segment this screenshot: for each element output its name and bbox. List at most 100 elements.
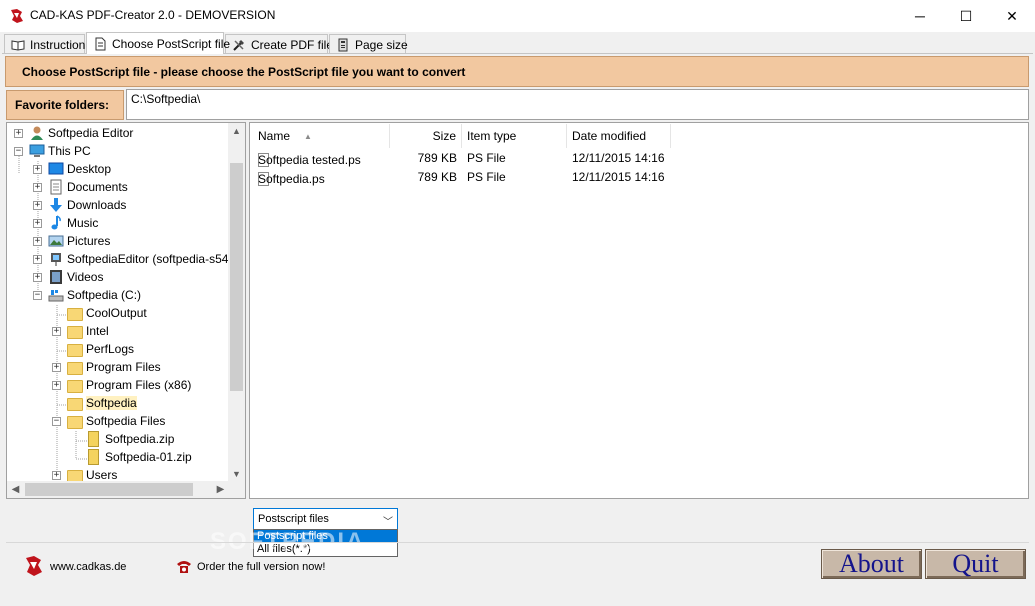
folder-tree-items: + Softpedia Editor − This PC + Desktop + [7,123,229,483]
chevron-down-icon[interactable]: ﹀ [383,513,393,528]
folder-icon [67,343,83,357]
tree-expander[interactable]: + [33,182,42,192]
tree-item-downloads[interactable]: + Downloads [33,196,126,214]
tree-item-perflogs[interactable]: PerfLogs [52,340,134,358]
file-row[interactable]: Softpedia.ps 789 KB PS File 12/11/2015 1… [250,168,1029,187]
sort-ascending-icon: ▲ [304,131,312,141]
tree-item-label: Pictures [67,234,111,248]
tree-expander[interactable]: + [14,128,23,138]
tree-expander[interactable]: + [33,236,42,246]
tree-expander[interactable]: − [33,290,42,300]
tree-item-label: Softpedia [86,396,137,410]
tree-expander[interactable]: + [33,272,42,282]
tree-item-label: Videos [67,270,104,284]
page-size-icon [338,38,348,51]
tree-item-videos[interactable]: + Videos [33,268,103,286]
tab-strip: Instruction Choose PostScript file Creat… [0,32,1035,54]
column-header-name[interactable]: Name ▲ [250,124,390,148]
tree-item-desktop[interactable]: + Desktop [33,160,111,178]
file-name: Softpedia.ps [258,172,325,186]
tree-item-label: This PC [48,144,91,158]
file-row[interactable]: Softpedia tested.ps 789 KB PS File 12/11… [250,149,1029,168]
file-date: 12/11/2015 14:16 [572,170,665,184]
column-header-type[interactable]: Item type [462,124,567,148]
file-date: 12/11/2015 14:16 [572,151,665,165]
minimize-button[interactable]: ─ [897,0,943,32]
file-type-filter-value: Postscript files [258,513,329,525]
tree-item-program-files[interactable]: + Program Files [52,358,161,376]
network-drive-icon [51,253,61,266]
title-bar[interactable]: CAD-KAS PDF-Creator 2.0 - DEMOVERSION ─ … [0,0,1035,32]
website-link[interactable]: www.cadkas.de [50,561,126,573]
about-button[interactable]: About [821,549,922,579]
tab-page-size[interactable]: Page size [329,34,408,54]
tree-expander[interactable]: + [33,218,42,228]
tree-expander[interactable]: + [52,362,61,372]
tree-item-label: PerfLogs [86,342,135,356]
column-type-label: Item type [467,129,517,143]
tree-item-softpedia-01-zip[interactable]: Softpedia-01.zip [71,448,192,466]
tree-vertical-scrollbar[interactable]: ▲ ▼ [228,123,245,483]
window-title: CAD-KAS PDF-Creator 2.0 - DEMOVERSION [30,8,276,22]
tree-item-label: Softpedia (C:) [67,288,142,302]
file-name: Softpedia tested.ps [258,153,361,167]
cadkas-logo-icon [26,556,42,576]
zip-icon [88,431,99,447]
tree-item-this-pc[interactable]: − This PC [14,142,91,160]
scroll-up-icon[interactable]: ▲ [228,123,245,140]
document-icon [95,37,106,50]
tree-item-drive-c[interactable]: − Softpedia (C:) [33,286,141,304]
tree-expander[interactable]: + [52,380,61,390]
tree-item-label: Documents [67,180,128,194]
file-type-filter[interactable]: Postscript files ﹀ [253,508,398,530]
zip-icon [88,449,99,465]
tab-page-size-label: Page size [355,37,408,52]
tree-item-softpedia-editor-share[interactable]: + SoftpediaEditor (softpedia-s54 [33,250,228,268]
tree-item-label: Program Files (x86) [86,378,192,392]
order-full-version-link[interactable]: Order the full version now! [197,561,325,573]
folder-tree[interactable]: + Softpedia Editor − This PC + Desktop + [6,122,246,499]
tree-item-softpedia-editor[interactable]: + Softpedia Editor [14,124,133,142]
file-list[interactable]: Name ▲ Size Item type Date modified Soft… [249,122,1029,499]
videos-icon [50,270,62,284]
tree-expander[interactable]: + [52,470,61,480]
book-icon [11,39,25,51]
tree-item-softpedia-files[interactable]: − Softpedia Files [52,412,165,430]
quit-button[interactable]: Quit [925,549,1026,579]
tree-item-music[interactable]: + Music [33,214,98,232]
tree-expander[interactable]: − [14,146,23,156]
tree-vertical-scroll-thumb[interactable] [230,163,243,391]
tree-item-intel[interactable]: + Intel [52,322,109,340]
tree-item-softpedia[interactable]: Softpedia [52,394,137,412]
tree-item-label: Intel [86,324,109,338]
folder-icon [67,307,83,321]
tree-item-label: Softpedia.zip [105,432,175,446]
instruction-header: Choose PostScript file - please choose t… [5,56,1029,87]
tree-item-softpedia-zip[interactable]: Softpedia.zip [71,430,174,448]
maximize-button[interactable]: ☐ [943,0,989,32]
tab-create-pdf[interactable]: Create PDF file [225,34,333,54]
tree-item-label: Softpedia Editor [48,126,134,140]
tree-expander[interactable]: + [33,164,42,174]
phone-icon [177,561,191,573]
scroll-left-icon[interactable]: ◀ [7,481,24,498]
tree-item-pictures[interactable]: + Pictures [33,232,110,250]
tree-item-documents[interactable]: + Documents [33,178,128,196]
favorite-folders-field[interactable]: C:\Softpedia\ [126,89,1029,120]
column-header-date[interactable]: Date modified [567,124,671,148]
tree-item-program-files-x86[interactable]: + Program Files (x86) [52,376,191,394]
scroll-right-icon[interactable]: ▶ [212,481,229,498]
tree-expander[interactable]: + [52,326,61,336]
tab-choose-postscript[interactable]: Choose PostScript file [86,32,230,54]
favorite-folders-label: Favorite folders: [6,90,124,120]
tree-item-cooloutput[interactable]: CoolOutput [52,304,147,322]
tree-horizontal-scrollbar[interactable]: ◀ ▶ [7,481,229,498]
tree-expander[interactable]: + [33,200,42,210]
tree-horizontal-scroll-thumb[interactable] [25,483,193,496]
column-header-size[interactable]: Size [390,124,462,148]
tree-expander[interactable]: + [33,254,42,264]
tab-instruction[interactable]: Instruction [4,34,85,54]
computer-icon [29,144,45,157]
tree-expander[interactable]: − [52,416,61,426]
close-button[interactable]: ✕ [989,0,1035,32]
